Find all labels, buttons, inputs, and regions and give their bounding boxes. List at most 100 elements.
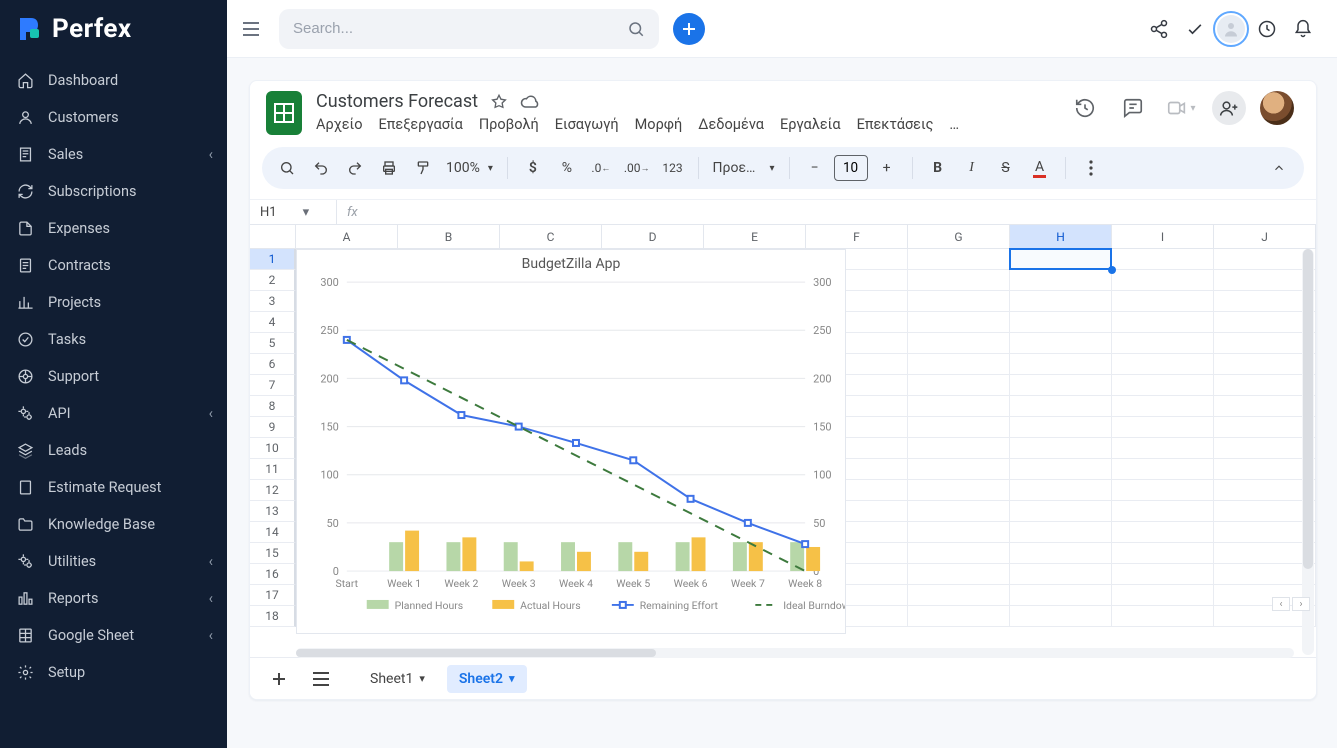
cell[interactable] bbox=[1214, 249, 1316, 270]
col-header-H[interactable]: H bbox=[1010, 225, 1112, 248]
cell[interactable] bbox=[908, 606, 1010, 627]
cell[interactable] bbox=[1112, 312, 1214, 333]
row-header[interactable]: 14 bbox=[250, 522, 296, 543]
cell[interactable] bbox=[908, 480, 1010, 501]
search-icon[interactable] bbox=[627, 20, 645, 38]
cell[interactable] bbox=[1010, 543, 1112, 564]
cell[interactable] bbox=[908, 270, 1010, 291]
sidebar-item-tasks[interactable]: Tasks bbox=[0, 321, 227, 358]
cell[interactable] bbox=[1010, 333, 1112, 354]
sheet-tab-sheet1[interactable]: Sheet1▾ bbox=[358, 665, 437, 693]
cell[interactable] bbox=[908, 291, 1010, 312]
cell[interactable] bbox=[1010, 312, 1112, 333]
cell[interactable] bbox=[1214, 354, 1316, 375]
sidebar-item-leads[interactable]: Leads bbox=[0, 432, 227, 469]
sidebar-item-estimate-request[interactable]: Estimate Request bbox=[0, 469, 227, 506]
finder-icon[interactable] bbox=[272, 153, 302, 183]
font-size-decrease[interactable]: − bbox=[800, 153, 830, 183]
row-header[interactable]: 8 bbox=[250, 396, 296, 417]
percent-button[interactable]: % bbox=[552, 153, 582, 183]
cell[interactable] bbox=[1214, 501, 1316, 522]
cell[interactable] bbox=[1214, 417, 1316, 438]
google-account-avatar[interactable] bbox=[1260, 91, 1294, 125]
cell[interactable] bbox=[1112, 354, 1214, 375]
cell[interactable] bbox=[1112, 501, 1214, 522]
cell[interactable] bbox=[1214, 480, 1316, 501]
cell[interactable] bbox=[1112, 333, 1214, 354]
check-icon[interactable] bbox=[1177, 11, 1213, 47]
col-header-C[interactable]: C bbox=[500, 225, 602, 248]
row-header[interactable]: 4 bbox=[250, 312, 296, 333]
spreadsheet-grid[interactable]: ABCDEFGHIJ 123456789101112131415161718 B… bbox=[250, 225, 1316, 657]
search-box[interactable] bbox=[279, 9, 659, 49]
menu-Εργαλεία[interactable]: Εργαλεία bbox=[780, 116, 841, 133]
row-header[interactable]: 9 bbox=[250, 417, 296, 438]
cell[interactable] bbox=[1010, 480, 1112, 501]
cell[interactable] bbox=[1214, 564, 1316, 585]
cell[interactable] bbox=[1112, 480, 1214, 501]
font-size-input[interactable]: 10 bbox=[834, 155, 868, 181]
horizontal-scrollbar[interactable] bbox=[296, 648, 1294, 658]
row-header[interactable]: 17 bbox=[250, 585, 296, 606]
col-header-A[interactable]: A bbox=[296, 225, 398, 248]
cell[interactable] bbox=[908, 354, 1010, 375]
cell[interactable] bbox=[1214, 522, 1316, 543]
row-header[interactable]: 5 bbox=[250, 333, 296, 354]
font-family-select[interactable]: Προε…▾ bbox=[709, 153, 779, 183]
cell[interactable] bbox=[908, 522, 1010, 543]
menu-Εισαγωγή[interactable]: Εισαγωγή bbox=[555, 116, 619, 133]
embedded-chart[interactable]: BudgetZilla App 005050100100150150200200… bbox=[296, 249, 846, 634]
sidebar-item-dashboard[interactable]: Dashboard bbox=[0, 62, 227, 99]
meet-icon[interactable]: ▾ bbox=[1164, 91, 1198, 125]
cell[interactable] bbox=[1112, 291, 1214, 312]
row-header[interactable]: 3 bbox=[250, 291, 296, 312]
cell[interactable] bbox=[1112, 249, 1214, 270]
text-color-button[interactable]: A bbox=[1025, 153, 1055, 183]
fill-handle[interactable] bbox=[1108, 266, 1116, 274]
sidebar-item-expenses[interactable]: Expenses bbox=[0, 210, 227, 247]
select-all-corner[interactable] bbox=[250, 225, 296, 248]
sidebar-item-projects[interactable]: Projects bbox=[0, 284, 227, 321]
collapse-toolbar-icon[interactable] bbox=[1264, 153, 1294, 183]
cell[interactable] bbox=[1214, 333, 1316, 354]
col-header-F[interactable]: F bbox=[806, 225, 908, 248]
cell[interactable] bbox=[1112, 375, 1214, 396]
row-header[interactable]: 16 bbox=[250, 564, 296, 585]
cell[interactable] bbox=[1010, 396, 1112, 417]
undo-icon[interactable] bbox=[306, 153, 336, 183]
row-header[interactable]: 6 bbox=[250, 354, 296, 375]
cell[interactable] bbox=[1010, 501, 1112, 522]
cell[interactable] bbox=[1214, 543, 1316, 564]
row-header[interactable]: 18 bbox=[250, 606, 296, 627]
sidebar-item-setup[interactable]: Setup bbox=[0, 654, 227, 691]
dec-decrease-icon[interactable]: .0← bbox=[586, 153, 616, 183]
cell[interactable] bbox=[908, 438, 1010, 459]
cell[interactable] bbox=[1214, 438, 1316, 459]
cell[interactable] bbox=[1010, 417, 1112, 438]
cell[interactable] bbox=[1010, 585, 1112, 606]
explore-pager[interactable]: ‹› bbox=[1272, 597, 1310, 611]
number-format-button[interactable]: 123 bbox=[658, 153, 688, 183]
row-header[interactable]: 1 bbox=[250, 249, 296, 270]
cell[interactable] bbox=[1010, 438, 1112, 459]
cell[interactable] bbox=[1112, 438, 1214, 459]
cell[interactable] bbox=[1010, 270, 1112, 291]
cell[interactable] bbox=[1112, 564, 1214, 585]
menu-…[interactable]: … bbox=[949, 116, 959, 133]
col-header-I[interactable]: I bbox=[1112, 225, 1214, 248]
cell[interactable] bbox=[1010, 354, 1112, 375]
cloud-status-icon[interactable] bbox=[520, 92, 540, 112]
menu-Αρχείο[interactable]: Αρχείο bbox=[316, 116, 363, 133]
cell[interactable] bbox=[1112, 459, 1214, 480]
clock-icon[interactable] bbox=[1249, 11, 1285, 47]
menu-Προβολή[interactable]: Προβολή bbox=[479, 116, 539, 133]
paint-format-icon[interactable] bbox=[408, 153, 438, 183]
cell[interactable] bbox=[908, 585, 1010, 606]
cell[interactable] bbox=[1214, 459, 1316, 480]
chevron-down-icon[interactable]: ▾ bbox=[419, 672, 425, 685]
sidebar-item-sales[interactable]: Sales‹ bbox=[0, 136, 227, 173]
row-header[interactable]: 12 bbox=[250, 480, 296, 501]
name-box[interactable]: H1 ▾ bbox=[250, 205, 336, 220]
font-size-increase[interactable]: + bbox=[872, 153, 902, 183]
share-button[interactable] bbox=[1212, 91, 1246, 125]
